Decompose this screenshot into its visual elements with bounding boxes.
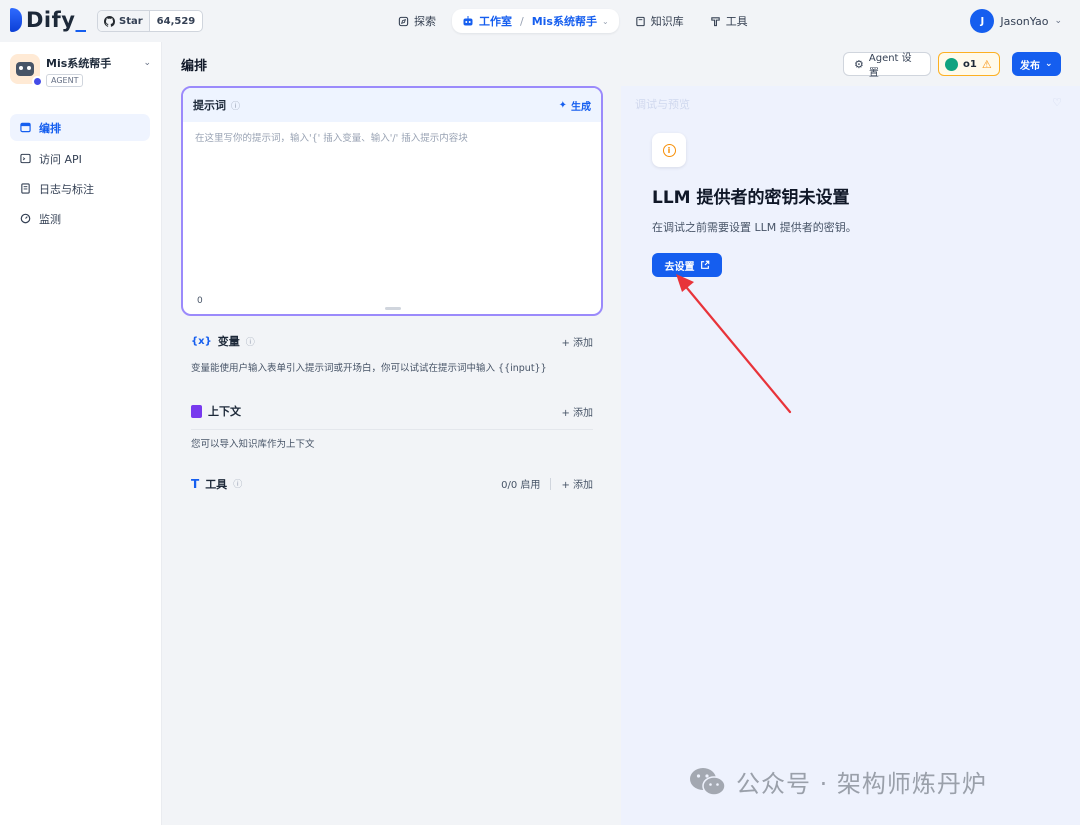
wechat-icon bbox=[690, 767, 726, 796]
prompt-header: 提示词 ⓘ ✦ 生成 bbox=[183, 88, 601, 122]
hammer-icon bbox=[710, 16, 720, 26]
breadcrumb-separator: / bbox=[520, 14, 524, 28]
llm-key-missing-title: LLM 提供者的密钥未设置 bbox=[652, 188, 850, 208]
prompt-input[interactable]: 在这里写你的提示词，输入'{' 插入变量、输入'/' 插入提示内容块 bbox=[183, 122, 601, 152]
prompt-char-count: 0 bbox=[197, 296, 203, 306]
sidebar-item-api[interactable]: 访问 API bbox=[10, 145, 150, 172]
github-star-button[interactable]: Star 64,529 bbox=[97, 10, 204, 32]
model-selector-button[interactable]: o1 ⚠ bbox=[938, 52, 1000, 76]
info-badge: i bbox=[652, 133, 686, 167]
variable-icon: {x} bbox=[191, 335, 212, 347]
agent-badge-icon bbox=[32, 76, 43, 87]
terminal-icon bbox=[20, 153, 31, 164]
openai-icon bbox=[945, 57, 958, 71]
context-section: 上下文 + 添加 您可以导入知识库作为上下文 bbox=[181, 393, 603, 458]
avatar: J bbox=[970, 9, 995, 33]
debug-preview-panel: 调试与预览 ♡ i LLM 提供者的密钥未设置 在调试之前需要设置 LLM 提供… bbox=[621, 86, 1080, 825]
sparkle-icon: ✦ bbox=[558, 99, 567, 111]
warning-icon: ⚠ bbox=[981, 57, 992, 71]
resize-handle[interactable] bbox=[385, 307, 401, 310]
gear-icon: ⚙ bbox=[854, 57, 864, 71]
user-menu[interactable]: J JasonYao ⌄ bbox=[970, 9, 1062, 33]
divider bbox=[550, 477, 552, 490]
variables-title: 变量 bbox=[217, 335, 240, 348]
sidebar-item-logs[interactable]: 日志与标注 bbox=[10, 175, 150, 202]
github-icon bbox=[104, 15, 115, 27]
sidebar-item-monitor[interactable]: 监测 bbox=[10, 205, 150, 232]
gauge-icon bbox=[20, 213, 31, 224]
variables-description: 变量能使用户输入表单引入提示词或开场白，你可以试试在提示词中输入 {{input… bbox=[191, 363, 547, 374]
model-name: o1 bbox=[963, 58, 977, 70]
heart-icon: ♡ bbox=[1052, 96, 1062, 109]
robot-icon bbox=[16, 62, 34, 76]
dify-logo-mark bbox=[10, 8, 22, 32]
hammer-icon: T bbox=[191, 476, 200, 491]
tools-title: 工具 bbox=[205, 477, 228, 491]
llm-key-missing-description: 在调试之前需要设置 LLM 提供者的密钥。 bbox=[652, 221, 857, 234]
explore-icon bbox=[398, 16, 409, 26]
sidebar: Mis系统帮手 AGENT ⌄ 编排 访问 API 日志与标注 监测 bbox=[0, 42, 162, 825]
prompt-title: 提示词 bbox=[193, 99, 226, 112]
nav-knowledge[interactable]: 知识库 bbox=[625, 9, 694, 33]
nav-studio[interactable]: 工作室 / Mis系统帮手 ⌄ bbox=[452, 9, 619, 33]
app-name: Mis系统帮手 bbox=[46, 57, 112, 70]
app-selector[interactable]: Mis系统帮手 AGENT ⌄ bbox=[10, 54, 155, 90]
help-icon[interactable]: ⓘ bbox=[231, 99, 240, 112]
divider bbox=[191, 429, 593, 430]
debug-panel-title: 调试与预览 bbox=[635, 98, 690, 111]
chevron-down-icon: ⌄ bbox=[1045, 59, 1053, 69]
generate-button[interactable]: ✦ 生成 bbox=[559, 98, 591, 113]
app-icon bbox=[10, 54, 43, 87]
brand-name: Dify bbox=[26, 8, 76, 32]
nav-explore[interactable]: 探索 bbox=[388, 9, 446, 33]
main-nav: 探索 工作室 / Mis系统帮手 ⌄ 知识库 工具 bbox=[388, 9, 758, 33]
chevron-down-icon[interactable]: ⌄ bbox=[602, 17, 609, 26]
watermark: 公众号 · 架构师炼丹炉 bbox=[688, 764, 987, 799]
document-icon bbox=[20, 183, 31, 194]
tools-enabled-count: 0/0 启用 bbox=[501, 480, 541, 491]
context-title: 上下文 bbox=[208, 405, 241, 418]
variables-section: {x} 变量 ⓘ + 添加 变量能使用户输入表单引入提示词或开场白，你可以试试在… bbox=[181, 322, 603, 386]
add-variable-button[interactable]: + 添加 bbox=[561, 334, 593, 349]
add-tool-button[interactable]: + 添加 bbox=[561, 476, 593, 491]
context-description: 您可以导入知识库作为上下文 bbox=[191, 439, 315, 450]
help-icon[interactable]: ⓘ bbox=[233, 477, 242, 490]
app-type-badge: AGENT bbox=[46, 74, 84, 87]
info-icon: i bbox=[662, 143, 676, 157]
annotation-arrow bbox=[676, 274, 792, 414]
nav-current-app[interactable]: Mis系统帮手 bbox=[532, 13, 597, 29]
tools-section: T 工具 ⓘ 0/0 启用 + 添加 bbox=[181, 465, 603, 495]
layout-icon bbox=[20, 122, 31, 133]
prompt-editor: 提示词 ⓘ ✦ 生成 在这里写你的提示词，输入'{' 插入变量、输入'/' 插入… bbox=[181, 86, 603, 316]
sidebar-item-orchestrate[interactable]: 编排 bbox=[10, 114, 150, 141]
watermark-text: 公众号 · 架构师炼丹炉 bbox=[736, 770, 987, 798]
dify-logo[interactable]: Dify_ bbox=[10, 8, 86, 32]
document-icon bbox=[191, 404, 202, 418]
github-star-label: Star bbox=[119, 15, 143, 27]
top-navigation-bar: Dify_ Star 64,529 探索 工作室 / Mis系统帮手 ⌄ 知识库… bbox=[0, 0, 1080, 42]
page-title: 编排 bbox=[181, 59, 208, 74]
user-name: JasonYao bbox=[1000, 14, 1049, 28]
add-context-button[interactable]: + 添加 bbox=[561, 404, 593, 419]
chevron-down-icon[interactable]: ⌄ bbox=[143, 58, 151, 68]
github-star-count: 64,529 bbox=[148, 11, 203, 31]
agent-settings-button[interactable]: ⚙ Agent 设置 bbox=[843, 52, 931, 79]
chevron-down-icon: ⌄ bbox=[1054, 16, 1062, 26]
robot-icon bbox=[463, 16, 473, 26]
book-icon bbox=[635, 16, 645, 26]
publish-button[interactable]: 发布 ⌄ bbox=[1012, 52, 1061, 76]
nav-tools[interactable]: 工具 bbox=[700, 9, 758, 33]
help-icon[interactable]: ⓘ bbox=[246, 335, 255, 348]
